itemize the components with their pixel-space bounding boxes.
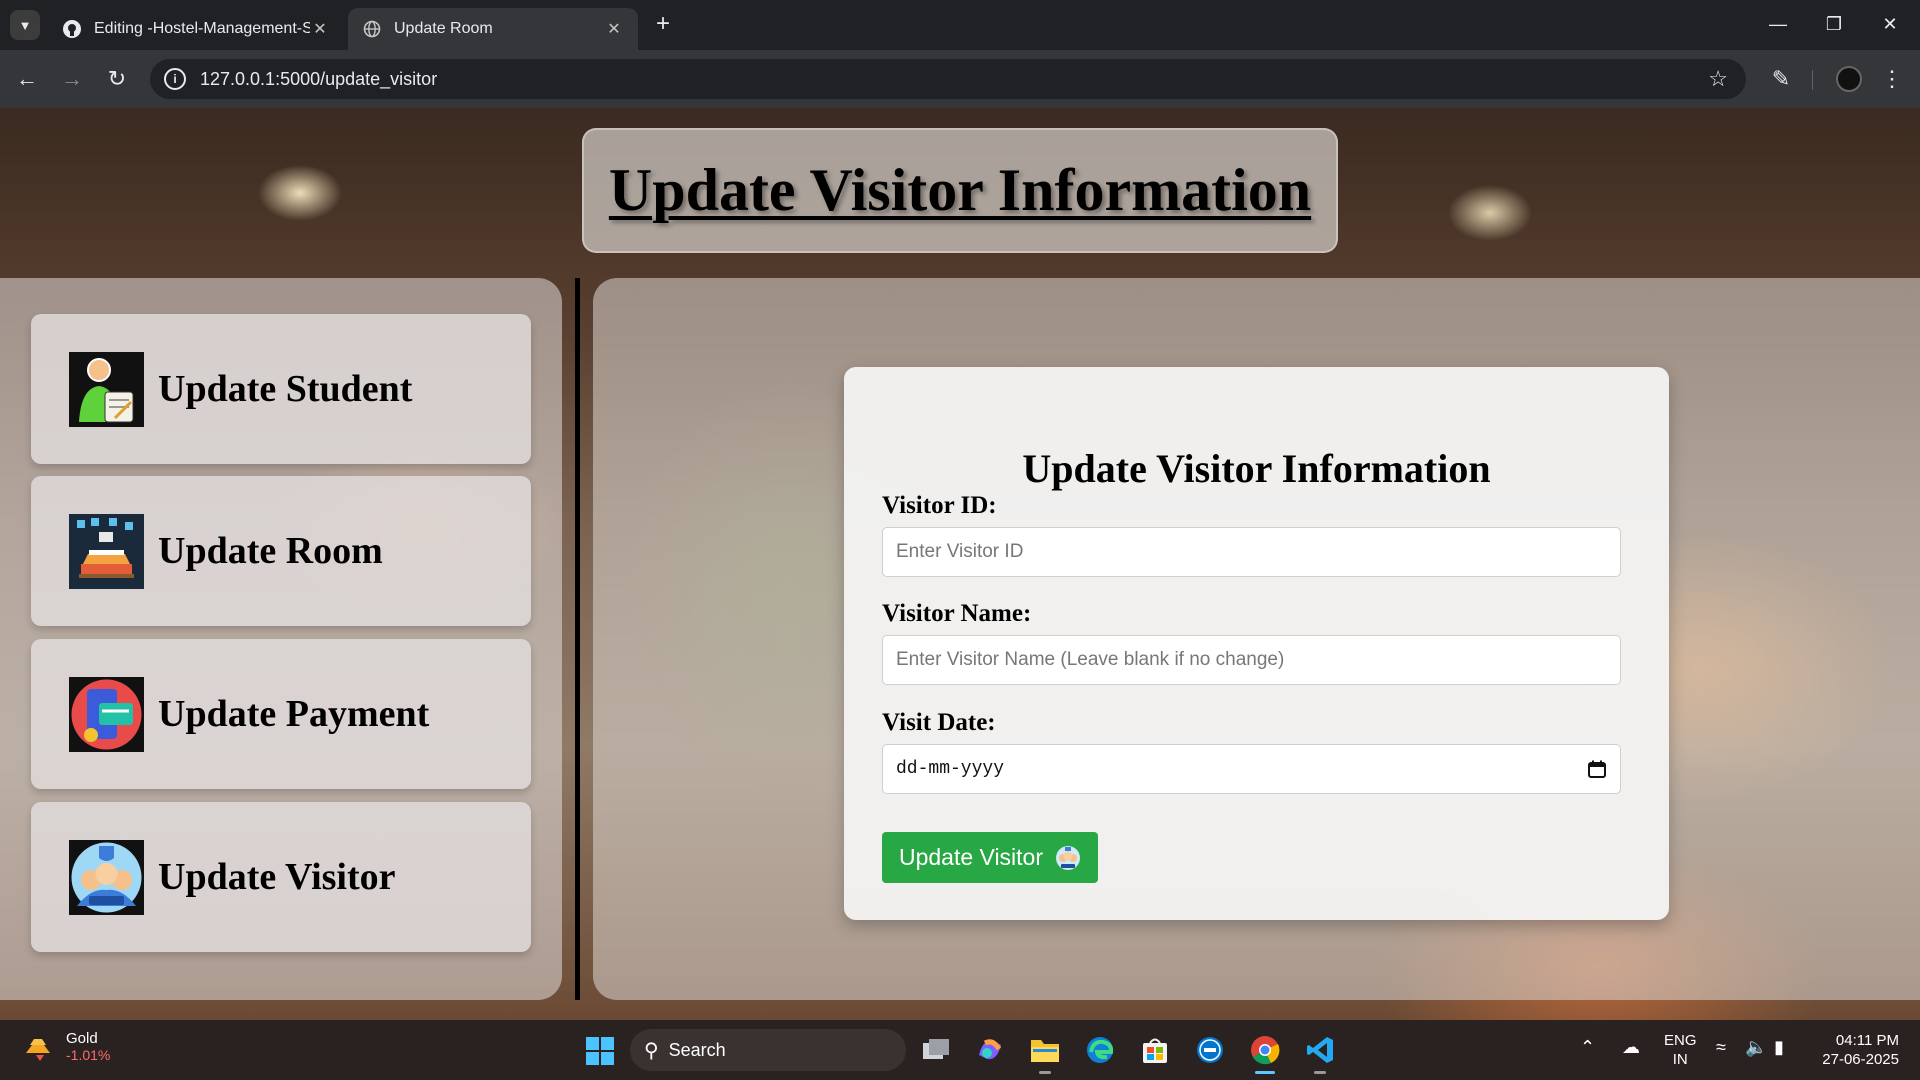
widget-change: -1.01%: [66, 1047, 111, 1063]
page-viewport: Update Visitor Information Update Studen…: [0, 108, 1920, 1020]
running-indicator: [1039, 1071, 1051, 1074]
address-bar[interactable]: i 127.0.0.1:5000/update_visitor ☆: [150, 59, 1746, 99]
date-placeholder: dd-mm-yyyy: [896, 759, 1005, 779]
onedrive-icon[interactable]: ☁: [1622, 1037, 1640, 1058]
reload-button[interactable]: ↻: [102, 64, 132, 94]
page-title: Update Visitor Information: [608, 157, 1312, 223]
forward-button[interactable]: →: [57, 64, 87, 94]
browser-tab-github[interactable]: Editing -Hostel-Management-S ✕: [48, 8, 344, 50]
system-clock[interactable]: 04:11 PM 27-06-2025: [1815, 1031, 1899, 1069]
microsoft-store-icon[interactable]: [1137, 1032, 1173, 1068]
sidebar-item-update-room[interactable]: Update Room: [31, 476, 531, 626]
search-icon: ⚲: [644, 1039, 659, 1062]
active-indicator: [1255, 1071, 1275, 1074]
battery-icon[interactable]: ▮: [1774, 1037, 1784, 1058]
windows-start-icon[interactable]: [585, 1036, 615, 1066]
toolbar-divider: [1812, 70, 1813, 90]
sidebar-item-label: Update Student: [158, 368, 413, 410]
copilot-icon[interactable]: [972, 1032, 1008, 1068]
market-widget[interactable]: Gold -1.01%: [22, 1030, 110, 1063]
more-menu-icon[interactable]: ⋮: [1880, 64, 1904, 94]
tab-title: Editing -Hostel-Management-S: [94, 20, 310, 37]
windows-taskbar: Gold -1.01% ⚲ Search ⌃ ☁ ENG IN ≈ 🔈 ▮ 04…: [0, 1020, 1920, 1080]
back-button[interactable]: ←: [12, 64, 42, 94]
chevron-down-icon: ▼: [18, 17, 32, 33]
region-code: IN: [1672, 1051, 1688, 1068]
close-icon[interactable]: ✕: [604, 19, 624, 39]
file-explorer-icon[interactable]: [1027, 1032, 1063, 1074]
sidebar-item-label: Update Visitor: [158, 856, 396, 898]
visitor-name-label: Visitor Name:: [882, 600, 1032, 627]
widget-title: Gold: [66, 1030, 98, 1047]
browser-tab-update-room[interactable]: Update Room ✕: [348, 8, 638, 50]
visitor-id-label: Visitor ID:: [882, 492, 997, 519]
chrome-icon[interactable]: [1247, 1032, 1283, 1074]
vertical-divider: [575, 278, 580, 1000]
form-heading: Update Visitor Information: [1022, 446, 1491, 491]
sidebar-item-label: Update Payment: [158, 693, 430, 735]
sidebar-item-update-visitor[interactable]: Update Visitor: [31, 802, 531, 952]
dell-icon[interactable]: [1192, 1032, 1228, 1068]
extensions-icon[interactable]: ✎: [1766, 64, 1796, 94]
globe-icon: [362, 19, 382, 39]
taskbar-search[interactable]: ⚲ Search: [630, 1029, 906, 1071]
visit-date-input[interactable]: dd-mm-yyyy: [882, 744, 1621, 794]
tab-title: Update Room: [394, 20, 493, 37]
arrow-left-icon: ←: [16, 66, 38, 91]
sidebar: Update Student Update Room Update Paymen…: [0, 278, 562, 1000]
profile-avatar[interactable]: [1836, 66, 1862, 92]
site-info-icon[interactable]: i: [164, 68, 186, 90]
clock-date: 27-06-2025: [1822, 1051, 1899, 1068]
arrow-right-icon: →: [61, 66, 83, 91]
new-tab-button[interactable]: +: [650, 12, 676, 38]
submit-button-label: Update Visitor: [898, 844, 1044, 870]
visitor-name-input[interactable]: [882, 635, 1621, 685]
language-indicator[interactable]: ENG IN: [1664, 1031, 1697, 1069]
visitor-icon: [1056, 845, 1081, 870]
visitor-id-input[interactable]: [882, 527, 1621, 577]
close-icon[interactable]: ✕: [310, 19, 330, 39]
wifi-icon[interactable]: ≈: [1716, 1037, 1726, 1058]
volume-icon[interactable]: 🔈: [1745, 1037, 1767, 1058]
reload-icon: ↻: [107, 66, 127, 91]
running-indicator: [1314, 1071, 1326, 1074]
restore-button[interactable]: ❐: [1814, 10, 1854, 38]
visitor-icon: [69, 839, 144, 915]
edge-icon[interactable]: [1082, 1032, 1118, 1068]
calendar-icon[interactable]: [1587, 759, 1607, 779]
bookmark-star-icon[interactable]: ☆: [1708, 66, 1728, 92]
payment-icon: [69, 676, 144, 752]
update-visitor-button[interactable]: Update Visitor: [882, 832, 1098, 883]
language-code: ENG: [1664, 1032, 1697, 1049]
chevron-up-icon[interactable]: ⌃: [1580, 1037, 1595, 1058]
vscode-icon[interactable]: [1302, 1032, 1338, 1074]
window-close-button[interactable]: ✕: [1870, 10, 1910, 38]
browser-tabbar: ▼ Editing -Hostel-Management-S ✕ Update …: [0, 0, 1920, 50]
task-view-icon[interactable]: [918, 1032, 954, 1068]
url-text[interactable]: 127.0.0.1:5000/update_visitor: [200, 69, 1708, 90]
update-visitor-form: Update Visitor Information Visitor ID: V…: [844, 367, 1669, 920]
sidebar-item-label: Update Room: [158, 530, 383, 572]
sidebar-item-update-student[interactable]: Update Student: [31, 314, 531, 464]
room-icon: [69, 513, 144, 589]
clock-time: 04:11 PM: [1835, 1032, 1899, 1049]
page-header: Update Visitor Information: [582, 128, 1338, 253]
visit-date-label: Visit Date:: [882, 709, 996, 736]
sidebar-item-update-payment[interactable]: Update Payment: [31, 639, 531, 789]
gold-icon: [26, 1038, 50, 1061]
student-icon: [69, 351, 144, 427]
github-icon: [62, 19, 82, 39]
tab-search-dropdown[interactable]: ▼: [10, 10, 40, 40]
minimize-button[interactable]: —: [1758, 10, 1798, 38]
search-label: Search: [668, 1039, 726, 1060]
browser-toolbar: ← → ↻ i 127.0.0.1:5000/update_visitor ☆ …: [0, 50, 1920, 108]
